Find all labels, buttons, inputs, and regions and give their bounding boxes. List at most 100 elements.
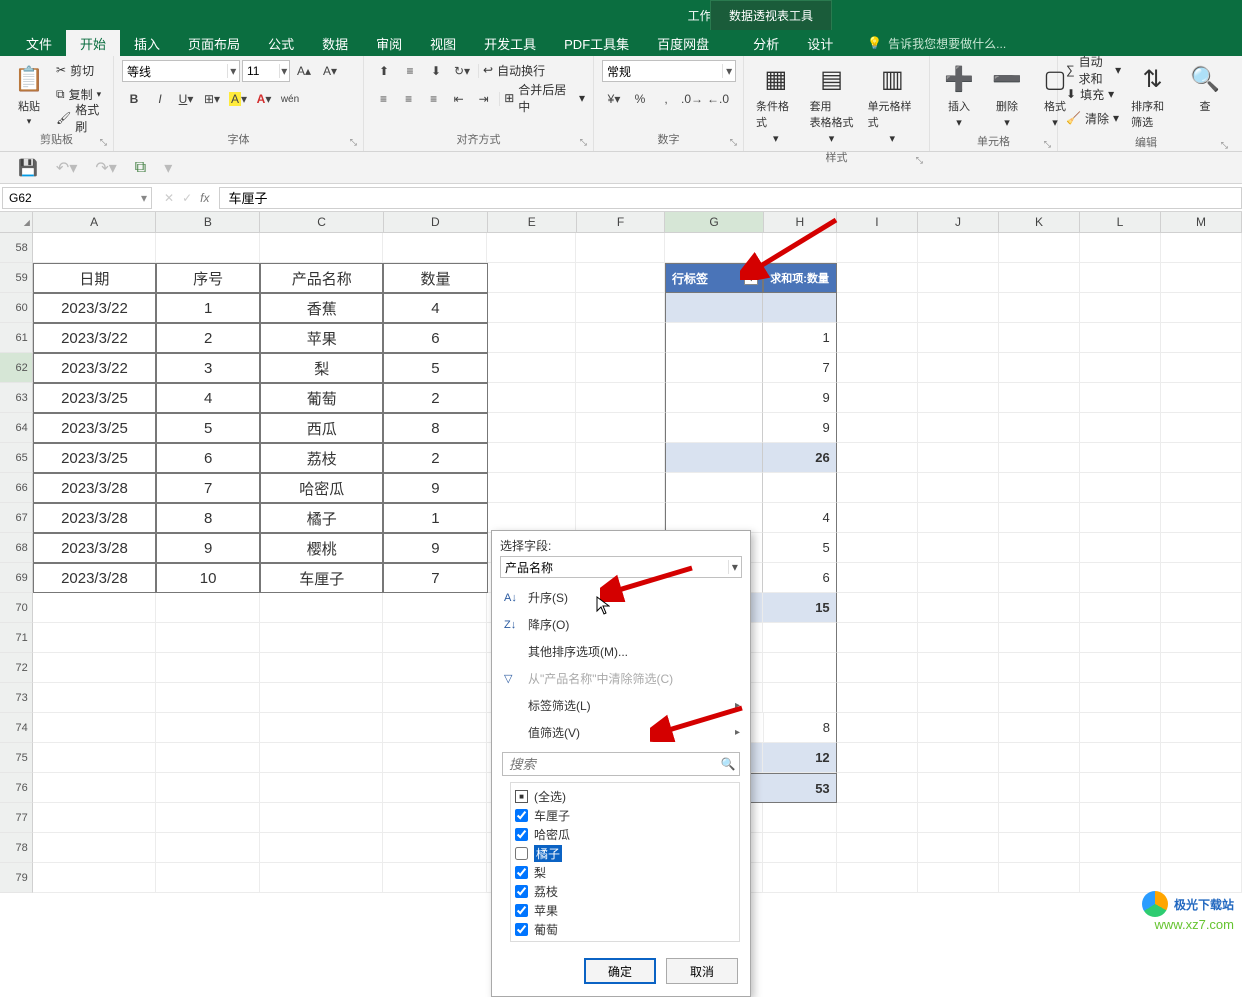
merge-center-button[interactable]: ⊞合并后居中▾ <box>504 88 585 108</box>
cell[interactable] <box>156 863 260 893</box>
cell[interactable] <box>260 233 383 263</box>
underline-button[interactable]: U▾ <box>174 88 198 110</box>
cell[interactable] <box>383 713 487 743</box>
cell[interactable] <box>837 653 918 683</box>
fill-color-button[interactable]: A▾ <box>226 88 250 110</box>
cell[interactable]: 9 <box>383 473 487 503</box>
cell[interactable] <box>488 443 577 473</box>
cell[interactable] <box>999 833 1080 863</box>
cell[interactable]: 2023/3/28 <box>33 533 156 563</box>
cell[interactable] <box>1161 533 1242 563</box>
cell[interactable] <box>383 743 487 773</box>
cell[interactable] <box>918 473 999 503</box>
col-header[interactable]: J <box>918 212 999 232</box>
align-bottom-icon[interactable]: ⬇ <box>424 60 448 82</box>
cell[interactable] <box>1161 833 1242 863</box>
cell[interactable] <box>999 293 1080 323</box>
font-color-button[interactable]: A▾ <box>252 88 276 110</box>
insert-cells-button[interactable]: ➕插入▾ <box>938 60 980 131</box>
cell[interactable] <box>1080 773 1161 803</box>
cell[interactable]: 53 <box>763 773 836 803</box>
col-header[interactable]: K <box>999 212 1080 232</box>
cell[interactable] <box>763 863 836 893</box>
cell[interactable] <box>1161 743 1242 773</box>
cell[interactable] <box>665 503 763 533</box>
cell[interactable] <box>1161 233 1242 263</box>
cell[interactable] <box>1161 383 1242 413</box>
cell[interactable]: 4 <box>763 503 836 533</box>
cell[interactable]: 苹果 <box>260 323 383 353</box>
cell[interactable] <box>1080 533 1161 563</box>
cell[interactable]: 2023/3/28 <box>33 563 156 593</box>
inc-decimal-icon[interactable]: .0→ <box>680 88 704 110</box>
row-header[interactable]: 58 <box>0 233 33 263</box>
cell[interactable] <box>1080 593 1161 623</box>
cell[interactable]: 数量 <box>383 263 487 293</box>
cell[interactable]: 4 <box>156 383 260 413</box>
cell[interactable]: 2023/3/25 <box>33 413 156 443</box>
cell[interactable] <box>999 653 1080 683</box>
filter-check-item[interactable]: 葡萄 <box>515 920 735 939</box>
cell[interactable] <box>999 383 1080 413</box>
cell[interactable] <box>156 803 260 833</box>
cell[interactable]: 26 <box>763 443 836 473</box>
indent-dec-icon[interactable]: ⇤ <box>447 88 470 110</box>
cell[interactable] <box>260 683 383 713</box>
cell[interactable]: 8 <box>764 713 837 743</box>
cell[interactable] <box>837 503 918 533</box>
cell[interactable] <box>1080 233 1161 263</box>
cancel-formula-icon[interactable]: ✕ <box>164 191 174 205</box>
formula-input[interactable] <box>219 187 1242 209</box>
cell[interactable]: 1 <box>156 293 260 323</box>
cell[interactable] <box>383 833 487 863</box>
align-top-icon[interactable]: ⬆ <box>372 60 396 82</box>
qat-custom-icon[interactable]: ▾ <box>164 158 172 178</box>
cell[interactable] <box>999 593 1080 623</box>
select-all-corner[interactable] <box>0 212 33 232</box>
cell[interactable] <box>918 863 999 893</box>
tab-start[interactable]: 开始 <box>66 30 120 56</box>
filter-check-item[interactable]: 荔枝 <box>515 882 735 901</box>
cell[interactable]: 9 <box>156 533 260 563</box>
clear-button[interactable]: 🧹 清除 ▾ <box>1066 108 1121 128</box>
comma-icon[interactable]: , <box>654 88 678 110</box>
cell[interactable]: 2023/3/22 <box>33 293 156 323</box>
cell[interactable] <box>1080 743 1161 773</box>
cell[interactable] <box>918 503 999 533</box>
cell[interactable] <box>156 233 260 263</box>
tab-formula[interactable]: 公式 <box>254 30 308 56</box>
row-header[interactable]: 77 <box>0 803 33 833</box>
cell[interactable] <box>999 803 1080 833</box>
cell[interactable] <box>260 773 383 803</box>
fill-button[interactable]: ⬇ 填充 ▾ <box>1066 84 1121 104</box>
cell[interactable] <box>383 863 487 893</box>
cell[interactable] <box>576 383 665 413</box>
row-header[interactable]: 78 <box>0 833 33 863</box>
cell[interactable]: 车厘子 <box>260 563 383 593</box>
cell[interactable]: 4 <box>383 293 487 323</box>
cell[interactable] <box>1080 353 1161 383</box>
cell[interactable] <box>837 533 918 563</box>
dec-decimal-icon[interactable]: ←.0 <box>706 88 730 110</box>
cell[interactable] <box>1161 713 1242 743</box>
tab-dev[interactable]: 开发工具 <box>470 30 550 56</box>
cell[interactable] <box>33 773 156 803</box>
cell[interactable]: 9 <box>383 533 487 563</box>
row-header[interactable]: 68 <box>0 533 33 563</box>
cell[interactable] <box>383 593 487 623</box>
col-header[interactable]: H <box>764 212 837 232</box>
cell[interactable] <box>999 473 1080 503</box>
cell[interactable] <box>837 563 918 593</box>
tab-layout[interactable]: 页面布局 <box>174 30 254 56</box>
cell[interactable] <box>1161 473 1242 503</box>
cell[interactable] <box>1080 383 1161 413</box>
cell[interactable] <box>763 293 836 323</box>
cell[interactable]: 9 <box>763 383 836 413</box>
cell[interactable]: 2023/3/22 <box>33 353 156 383</box>
cell[interactable] <box>383 803 487 833</box>
indent-inc-icon[interactable]: ⇥ <box>472 88 495 110</box>
filter-check-item[interactable]: 苹果 <box>515 901 735 920</box>
cell[interactable] <box>763 653 836 683</box>
tab-view[interactable]: 视图 <box>416 30 470 56</box>
cell[interactable]: 7 <box>763 353 836 383</box>
